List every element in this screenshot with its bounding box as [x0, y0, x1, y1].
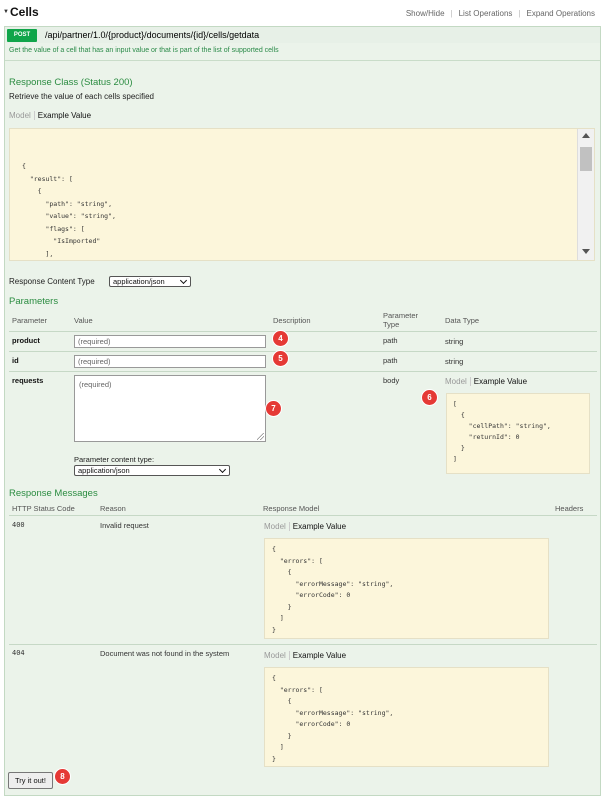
scroll-down-icon[interactable]: [582, 249, 590, 254]
reason-400: Invalid request: [100, 521, 149, 530]
resource-title[interactable]: Cells: [10, 5, 39, 19]
table-divider: [9, 331, 597, 332]
list-operations-link[interactable]: List Operations: [459, 9, 513, 18]
requests-textarea[interactable]: (required): [74, 375, 266, 442]
annotation-badge-7: 7: [266, 401, 281, 416]
param-col-data-type: Data Type: [445, 316, 480, 325]
status-code-404: 404: [12, 649, 25, 657]
code-scrollbar[interactable]: [577, 129, 594, 260]
param-datatype-id: string: [445, 357, 464, 366]
param-type-product: path: [383, 336, 398, 345]
try-it-out-button[interactable]: Try it out!: [8, 772, 53, 789]
param-col-description: Description: [273, 316, 311, 325]
link-separator: |: [518, 9, 521, 18]
response-content-type-value: application/json: [113, 277, 165, 286]
table-divider: [9, 351, 597, 352]
resource-links: Show/Hide | List Operations | Expand Ope…: [406, 9, 595, 18]
response-class-example: { "result": [ { "path": "string", "value…: [9, 128, 595, 261]
scroll-up-icon[interactable]: [582, 133, 590, 138]
expand-operations-link[interactable]: Expand Operations: [527, 9, 596, 18]
body-example-tabs: Model Example Value: [445, 377, 527, 386]
resp-404-example[interactable]: { "errors": [ { "errorMessage": "string"…: [264, 667, 549, 767]
operation-panel: POST /api/partner/1.0/{product}/document…: [4, 26, 601, 796]
resize-grip-icon[interactable]: [257, 433, 264, 440]
annotation-badge-4: 4: [273, 331, 288, 346]
operation-summary: Get the value of a cell that has an inpu…: [9, 47, 279, 54]
model-tab[interactable]: Model: [264, 522, 290, 531]
annotation-badge-6: 6: [422, 390, 437, 405]
response-class-title: Response Class (Status 200): [9, 77, 133, 88]
param-type-requests: body: [383, 376, 400, 385]
operation-heading[interactable]: POST /api/partner/1.0/{product}/document…: [5, 27, 600, 43]
body-example[interactable]: [ { "cellPath": "string", "returnId": 0 …: [446, 393, 590, 474]
chevron-down-icon: [218, 465, 227, 474]
param-col-parameter-type: Parameter Type: [383, 311, 419, 329]
table-divider: [9, 371, 597, 372]
response-class-tabs: Model Example Value: [9, 111, 91, 120]
example-value-tab[interactable]: Example Value: [471, 377, 527, 386]
parameter-content-type-value: application/json: [78, 466, 130, 475]
parameter-content-type-select[interactable]: application/json: [74, 465, 230, 476]
param-type-id: path: [383, 356, 398, 365]
example-value-tab[interactable]: Example Value: [290, 522, 346, 531]
param-col-value: Value: [74, 316, 93, 325]
annotation-badge-8: 8: [55, 769, 70, 784]
resource-header: ▼ Cells Show/Hide | List Operations | Ex…: [0, 0, 605, 24]
collapse-caret-icon[interactable]: ▼: [3, 9, 9, 15]
show-hide-link[interactable]: Show/Hide: [406, 9, 445, 18]
requests-placeholder: (required): [79, 380, 112, 389]
resp-404-tabs: Model Example Value: [264, 651, 346, 660]
response-content-type-label: Response Content Type: [9, 277, 95, 286]
parameters-title: Parameters: [9, 296, 59, 307]
scroll-thumb[interactable]: [580, 147, 592, 171]
product-input[interactable]: (required): [74, 335, 266, 348]
table-divider: [9, 644, 597, 645]
example-value-tab[interactable]: Example Value: [290, 651, 346, 660]
status-code-400: 400: [12, 521, 25, 529]
response-messages-title: Response Messages: [9, 488, 98, 499]
link-separator: |: [450, 9, 453, 18]
param-name-id: id: [12, 356, 19, 365]
resp-col-headers: Headers: [555, 504, 584, 513]
param-col-parameter: Parameter: [12, 316, 48, 325]
model-tab[interactable]: Model: [445, 377, 471, 386]
model-tab[interactable]: Model: [264, 651, 290, 660]
response-class-example-code: { "result": [ { "path": "string", "value…: [22, 162, 116, 258]
model-tab[interactable]: Model: [9, 111, 35, 120]
reason-404: Document was not found in the system: [100, 649, 230, 658]
operation-path[interactable]: /api/partner/1.0/{product}/documents/{id…: [45, 30, 259, 40]
resp-col-status: HTTP Status Code: [12, 504, 75, 513]
param-name-requests: requests: [12, 376, 44, 385]
param-datatype-product: string: [445, 337, 464, 346]
example-value-tab[interactable]: Example Value: [35, 111, 91, 120]
id-input[interactable]: (required): [74, 355, 266, 368]
resp-400-tabs: Model Example Value: [264, 522, 346, 531]
table-divider: [9, 515, 597, 516]
http-method-badge[interactable]: POST: [7, 29, 37, 42]
resp-400-example[interactable]: { "errors": [ { "errorMessage": "string"…: [264, 538, 549, 639]
response-class-description: Retrieve the value of each cells specifi…: [9, 92, 154, 101]
parameter-content-type-label: Parameter content type:: [74, 455, 155, 464]
chevron-down-icon: [179, 276, 188, 285]
resp-col-reason: Reason: [100, 504, 126, 513]
annotation-badge-5: 5: [273, 351, 288, 366]
response-content-type-select[interactable]: application/json: [109, 276, 191, 287]
divider: [5, 60, 600, 61]
resp-col-model: Response Model: [263, 504, 320, 513]
param-name-product: product: [12, 336, 40, 345]
